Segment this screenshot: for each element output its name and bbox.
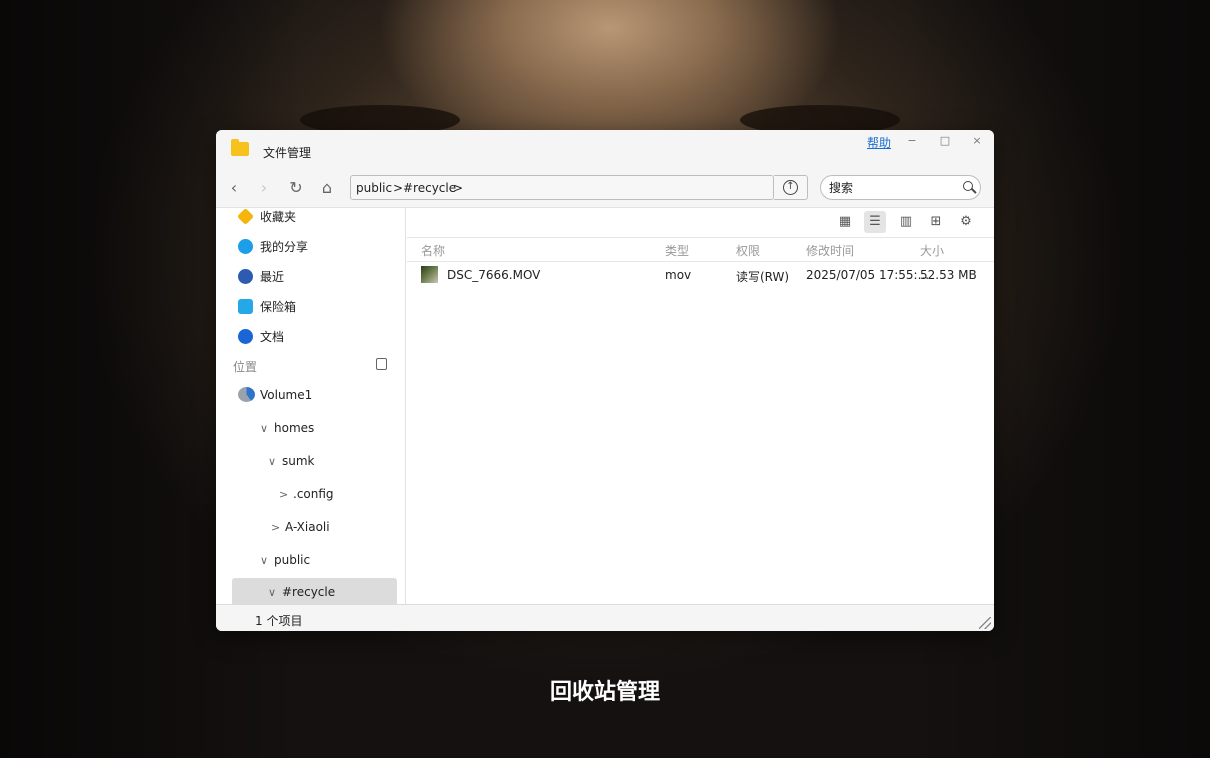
column-view-icon[interactable]: ▥ (895, 211, 917, 233)
chevron-down-icon: ∨ (268, 586, 277, 599)
safe-box-icon (238, 299, 253, 314)
resize-grip-icon[interactable] (979, 617, 991, 629)
breadcrumb-recycle[interactable]: #recycle (403, 181, 456, 195)
chevron-down-icon: ∨ (268, 455, 277, 468)
forward-button[interactable]: › (254, 178, 274, 198)
column-header-size[interactable]: 大小 (920, 242, 944, 259)
item-count: 1 个项目 (255, 614, 303, 628)
file-list-panel: ▦ ☰ ▥ ⊞ ⚙ 名称 类型 权限 修改时间 大小 DSC_7666.MOV … (407, 208, 994, 604)
view-toolbar: ▦ ☰ ▥ ⊞ ⚙ (407, 208, 994, 238)
share-icon (238, 239, 253, 254)
file-modified: 2025/07/05 17:55:... (806, 268, 930, 282)
tree-item-volume1[interactable]: Volume1 (238, 381, 312, 409)
upload-icon: ↑ (783, 180, 798, 195)
title-bar[interactable]: 文件管理 帮助 − □ × (216, 130, 994, 170)
tree-item-public[interactable]: ∨ public (260, 546, 310, 574)
close-button[interactable]: × (967, 133, 987, 149)
collapse-icon[interactable] (376, 358, 387, 370)
tree-item-config[interactable]: > .config (279, 480, 334, 508)
upload-button[interactable]: ↑ (774, 175, 808, 200)
app-title: 文件管理 (263, 146, 312, 160)
sidebar: 收藏夹 我的分享 最近 保险箱 文档 位置 Volume1 ∨ homes ∨ su… (216, 208, 406, 604)
tree-item-a-xiaoli[interactable]: > A-Xiaoli (271, 513, 330, 541)
file-manager-window: 文件管理 帮助 − □ × ‹ › ↻ ⌂ public > #recycle … (216, 130, 994, 631)
caption: 回收站管理 (549, 680, 660, 705)
header-divider (407, 261, 994, 262)
volume-icon (238, 387, 255, 402)
grid-view-icon[interactable]: ▦ (834, 211, 856, 233)
file-permission: 读写(RW) (736, 270, 790, 284)
table-row[interactable]: DSC_7666.MOV mov 读写(RW) 2025/07/05 17:55… (407, 264, 994, 288)
settings-icon[interactable]: ⚙ (955, 211, 977, 233)
file-type: mov (665, 268, 692, 282)
tree-item-homes[interactable]: ∨ homes (260, 414, 314, 442)
chevron-down-icon: ∨ (260, 554, 269, 567)
section-label-location: 位置 (233, 360, 258, 374)
status-bar: 1 个项目 (216, 604, 994, 631)
breadcrumb-separator: > (453, 181, 464, 195)
tree-item-sumk[interactable]: ∨ sumk (268, 447, 315, 475)
tree-item-recycle[interactable]: ∨ #recycle (232, 578, 397, 604)
back-button[interactable]: ‹ (224, 178, 244, 198)
chevron-right-icon: > (271, 521, 281, 534)
column-header-modified[interactable]: 修改时间 (806, 242, 854, 259)
maximize-button[interactable]: □ (935, 133, 955, 149)
search-input[interactable] (820, 175, 981, 200)
chevron-right-icon: > (279, 488, 289, 501)
breadcrumb-separator: > (393, 181, 404, 195)
breadcrumb-public[interactable]: public (356, 181, 392, 195)
column-header-type[interactable]: 类型 (665, 242, 689, 259)
home-button[interactable]: ⌂ (317, 178, 337, 198)
clock-icon (238, 269, 253, 284)
breadcrumb[interactable]: public > #recycle > (350, 175, 774, 200)
column-header-permission[interactable]: 权限 (736, 242, 760, 259)
help-link[interactable]: 帮助 (867, 134, 891, 151)
new-folder-icon[interactable]: ⊞ (925, 211, 947, 233)
folder-icon (231, 139, 249, 156)
refresh-button[interactable]: ↻ (286, 178, 306, 198)
minimize-button[interactable]: − (902, 133, 922, 149)
file-size: 52.53 MB (920, 268, 977, 282)
video-thumbnail-icon (421, 266, 438, 283)
star-icon (237, 208, 254, 225)
toolbar: ‹ › ↻ ⌂ public > #recycle > ↑ (216, 170, 994, 208)
file-name: DSC_7666.MOV (447, 268, 541, 282)
document-icon (238, 329, 253, 344)
chevron-down-icon: ∨ (260, 422, 269, 435)
search-icon[interactable] (963, 181, 973, 191)
list-view-icon[interactable]: ☰ (864, 211, 886, 233)
column-header-name[interactable]: 名称 (421, 242, 445, 259)
